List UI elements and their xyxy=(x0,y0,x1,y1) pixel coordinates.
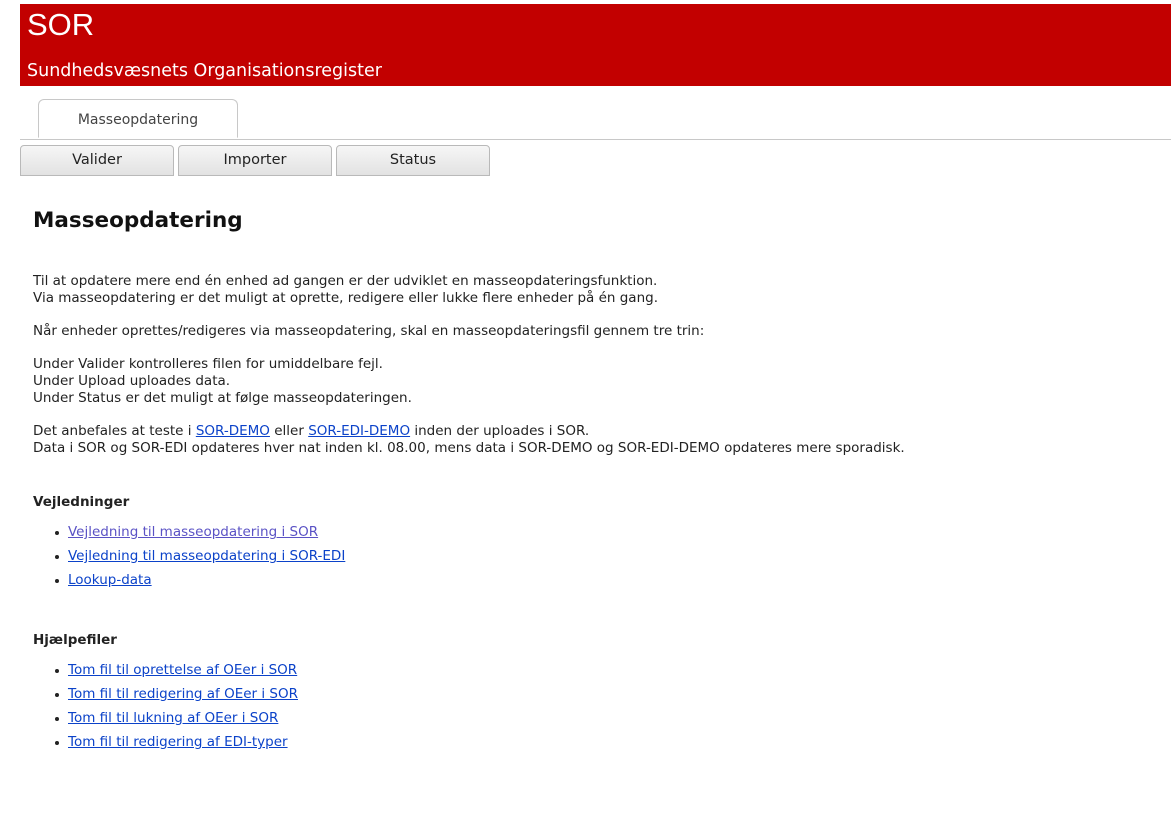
list-item: Vejledning til masseopdatering i SOR xyxy=(55,523,1163,547)
close-oe-file-link[interactable]: Tom fil til lukning af OEer i SOR xyxy=(68,710,278,726)
main-content: Masseopdatering Til at opdatere mere end… xyxy=(33,206,1163,757)
sor-edi-demo-link[interactable]: SOR-EDI-DEMO xyxy=(308,423,410,439)
demo-text-post: inden der uploades i SOR. xyxy=(410,423,590,439)
app-title: SOR xyxy=(27,7,95,42)
helpfiles-heading: Hjælpefiler xyxy=(33,632,117,648)
list-item: Tom fil til redigering af OEer i SOR xyxy=(55,685,1163,709)
steps-intro-text: Når enheder oprettes/redigeres via masse… xyxy=(33,323,705,339)
page-title: Masseopdatering xyxy=(33,208,243,233)
status-button[interactable]: Status xyxy=(336,145,490,176)
lookup-data-link[interactable]: Lookup-data xyxy=(68,572,152,588)
sor-demo-link[interactable]: SOR-DEMO xyxy=(196,423,270,439)
valider-button[interactable]: Valider xyxy=(20,145,174,176)
intro-text-line1: Til at opdatere mere end én enhed ad gan… xyxy=(33,273,658,289)
update-schedule-note: Data i SOR og SOR-EDI opdateres hver nat… xyxy=(33,440,905,456)
guides-heading: Vejledninger xyxy=(33,494,130,510)
demo-text-pre: Det anbefales at teste i xyxy=(33,423,196,439)
demo-recommendation: Det anbefales at teste i SOR-DEMO eller … xyxy=(33,423,1163,440)
guide-sor-link[interactable]: Vejledning til masseopdatering i SOR xyxy=(68,524,318,540)
list-item: Tom fil til redigering af EDI-typer xyxy=(55,733,1163,757)
list-item: Tom fil til lukning af OEer i SOR xyxy=(55,709,1163,733)
helpfiles-list: Tom fil til oprettelse af OEer i SOR Tom… xyxy=(33,661,1163,757)
app-header: SOR Sundhedsvæsnets Organisationsregiste… xyxy=(20,4,1171,86)
intro-text-line2: Via masseopdatering er det muligt at opr… xyxy=(33,290,658,306)
edit-oe-file-link[interactable]: Tom fil til redigering af OEer i SOR xyxy=(68,686,298,702)
importer-button[interactable]: Importer xyxy=(178,145,332,176)
guide-sor-edi-link[interactable]: Vejledning til masseopdatering i SOR-EDI xyxy=(68,548,345,564)
list-item: Tom fil til oprettelse af OEer i SOR xyxy=(55,661,1163,685)
demo-text-mid: eller xyxy=(269,423,309,439)
step-status-text: Under Status er det muligt at følge mass… xyxy=(33,390,412,406)
list-item: Lookup-data xyxy=(55,571,1163,595)
app-subtitle: Sundhedsvæsnets Organisationsregister xyxy=(27,61,382,81)
step-valider-text: Under Valider kontrolleres filen for umi… xyxy=(33,356,383,372)
guides-list: Vejledning til masseopdatering i SOR Vej… xyxy=(33,523,1163,595)
tab-masseopdatering[interactable]: Masseopdatering xyxy=(38,99,238,138)
step-upload-text: Under Upload uploades data. xyxy=(33,373,231,389)
create-oe-file-link[interactable]: Tom fil til oprettelse af OEer i SOR xyxy=(68,662,297,678)
edit-edi-types-file-link[interactable]: Tom fil til redigering af EDI-typer xyxy=(68,734,288,750)
tab-bar: Masseopdatering xyxy=(20,98,1171,140)
list-item: Vejledning til masseopdatering i SOR-EDI xyxy=(55,547,1163,571)
